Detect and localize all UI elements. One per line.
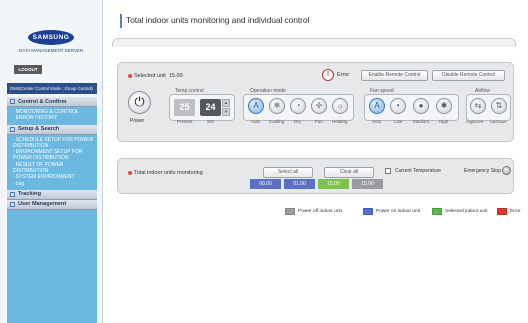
bullet-icon: · [13, 149, 15, 156]
sidebar: SAMSUNG DATA MANAGEMENT SERVER LOGOUT DM… [0, 0, 103, 323]
app-subtitle: DATA MANAGEMENT SERVER [18, 48, 84, 53]
legend-item: Power on indoor unit [363, 207, 420, 215]
mode-auto-label: Auto [251, 119, 261, 124]
logo: SAMSUNG DATA MANAGEMENT SERVER [12, 8, 90, 56]
auto-mode-icon[interactable]: A [248, 98, 264, 114]
temp-set-value[interactable]: 24 [200, 99, 221, 116]
mode-cooling-label: Cooling [269, 119, 285, 124]
bullet-icon: · [13, 161, 15, 168]
bullet-icon: · [13, 174, 15, 181]
bullet-icon: · [13, 136, 15, 143]
dry-icon[interactable]: ◔ [290, 98, 306, 114]
menu-item-power-distribution-result[interactable]: ·RESULT OF POWER DISTRIBUTION [7, 162, 97, 175]
temp-stepper: ▲ ▼ [222, 99, 230, 116]
side-menu: Control & Confirm ·MONITORING & CONTROL … [7, 97, 97, 323]
samsung-logo: SAMSUNG [28, 30, 74, 45]
temp-down-button[interactable]: ▼ [222, 108, 230, 116]
mode-indicator: DMS(Center Control Mode : Group Control) [7, 83, 97, 94]
title-divider [112, 38, 516, 47]
enable-remote-control-button[interactable]: Enable Remote Control [361, 70, 428, 81]
fan-auto-label: Auto [372, 119, 382, 124]
power-icon: ⏻ [134, 94, 145, 109]
unit-tile[interactable]: 15.00 [352, 179, 383, 189]
error-icon: ! [322, 69, 334, 81]
power-button[interactable]: ⏻ [128, 91, 151, 114]
page-title: Total indoor units monitoring and indivi… [126, 15, 310, 25]
power-label: Power [130, 118, 145, 124]
checkbox-icon [10, 126, 15, 132]
bullet-icon: · [13, 109, 15, 115]
airflow-right-left-icon[interactable]: ⇆ [470, 98, 486, 114]
mode-heating-label: Heating [332, 119, 348, 124]
checkbox-icon [10, 191, 15, 197]
select-all-button[interactable]: Select all [263, 167, 313, 178]
cooling-icon[interactable]: ❄ [269, 98, 285, 114]
legend-swatch [285, 207, 295, 215]
menu-header-tracking[interactable]: Tracking [7, 189, 97, 200]
logout-button[interactable]: LOGOUT [14, 65, 42, 74]
airflow-right-left-label: Right/Left [466, 119, 484, 124]
temp-up-button[interactable]: ▲ [222, 99, 230, 107]
clear-all-button[interactable]: Clear all [324, 167, 374, 178]
heating-icon[interactable]: ☼ [332, 98, 348, 114]
menu-item-environment-setup[interactable]: ·ENVIRONMENT SETUP FOR POWER DISTRIBUTIO… [7, 149, 97, 162]
fan-high-icon[interactable]: ✱ [436, 98, 452, 114]
legend-item: Selected indoor unit [432, 207, 487, 215]
fan-medium-label: Medium [413, 119, 430, 124]
menu-header-setup-search[interactable]: Setup & Search [7, 124, 97, 135]
title-marker [120, 14, 122, 28]
menu-item-schedule-setup[interactable]: ·SCHEDULE SETUP FOR POWER DISTRIBUTION [7, 137, 97, 150]
selected-unit-value: 15.00 [168, 73, 183, 79]
fan-medium-icon[interactable]: ● [413, 98, 429, 114]
bullet-icon: · [13, 115, 15, 122]
menu-header-user-management[interactable]: User Management [7, 199, 97, 210]
fan-low-icon[interactable]: • [390, 98, 406, 114]
mode-fan-label: Fan [315, 119, 323, 124]
mode-dry-label: Dry [294, 119, 301, 124]
monitoring-panel: Total indoor units monitoring Select all… [117, 158, 514, 194]
checkbox-icon [10, 201, 15, 207]
bullet-icon [128, 73, 132, 78]
airflow-up-down-label: Up/Down [490, 119, 507, 124]
error-label: Error [337, 72, 350, 78]
fan-icon[interactable]: ✢ [311, 98, 327, 114]
legend-swatch [432, 207, 442, 215]
emergency-stop-button[interactable] [502, 166, 511, 175]
emergency-stop-label: Emergency Stop [464, 168, 501, 174]
current-temperature-checkbox[interactable] [385, 168, 391, 174]
menu-header-control-confirm[interactable]: Control & Confirm [7, 97, 97, 107]
legend-item: Power off indoor unit [285, 207, 342, 215]
checkbox-icon [10, 99, 15, 104]
fan-auto-icon[interactable]: A [369, 98, 385, 114]
unit-tile[interactable]: 15.00 [318, 179, 349, 189]
fan-high-label: High [439, 119, 449, 124]
airflow-up-down-icon[interactable]: ⇅ [491, 98, 507, 114]
legend-item: Error [497, 207, 521, 215]
present-label: Present [177, 119, 193, 124]
unit-tile[interactable]: 01.00 [284, 179, 315, 189]
set-label: Set [207, 119, 214, 124]
selected-unit-display: Selected unit 15.00 [128, 73, 183, 79]
unit-tile[interactable]: 00.00 [250, 179, 281, 189]
current-temperature-label: Current Temperature [395, 168, 442, 174]
menu-item-error-history[interactable]: ·ERROR HISTORY [7, 115, 97, 121]
legend-swatch [363, 207, 373, 215]
disable-remote-control-button[interactable]: Disable Remote Control [432, 70, 505, 81]
control-panel: Selected unit 15.00 ! Error Enable Remot… [117, 62, 514, 142]
bullet-icon: · [13, 180, 15, 187]
menu-item-log[interactable]: ·Log [7, 181, 97, 187]
total-monitoring-label: Total indoor units monitoring [128, 170, 203, 176]
temp-present-value: 25 [174, 99, 195, 116]
legend-swatch [497, 207, 507, 215]
fan-low-label: Low [394, 119, 403, 124]
bullet-icon [128, 170, 132, 175]
